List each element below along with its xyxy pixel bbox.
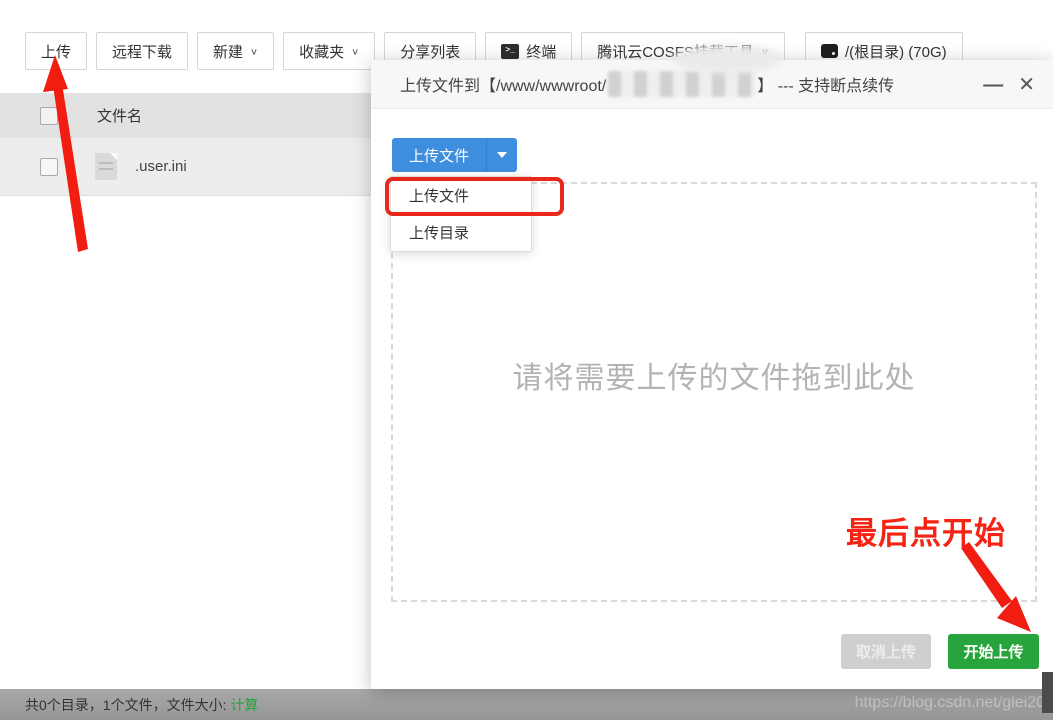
upload-dialog-title: 上传文件到【/www/wwwroot/ 】 --- 支持断点续传 — [400, 71, 894, 97]
upload-button[interactable]: 上传 — [25, 32, 87, 70]
censor-smudge — [672, 45, 782, 73]
row-checkbox[interactable] — [40, 158, 58, 176]
terminal-icon: >_ — [501, 44, 519, 59]
file-document-icon — [95, 153, 117, 180]
upload-type-menu: 上传文件 上传目录 — [390, 176, 532, 252]
new-button[interactable]: 新建 ∨ — [197, 32, 274, 70]
upload-file-split-button[interactable]: 上传文件 — [392, 138, 517, 172]
title-prefix: 上传文件到【/www/wwwroot/ — [400, 72, 606, 96]
minimize-icon[interactable]: — — [983, 75, 1001, 95]
window-controls: — ✕ — [983, 60, 1035, 109]
select-all-checkbox[interactable] — [40, 107, 58, 125]
chevron-down-icon: ∨ — [250, 46, 258, 56]
cancel-upload-button[interactable]: 取消上传 — [841, 634, 931, 669]
title-suffix: 】 --- 支持断点续传 — [757, 72, 894, 96]
watermark-url: https://blog.csdn.net/glei20 — [855, 694, 1045, 712]
remote-download-label: 远程下载 — [112, 41, 172, 62]
disk-icon — [821, 44, 838, 58]
file-name: .user.ini — [135, 158, 187, 175]
menu-item-upload-directory[interactable]: 上传目录 — [391, 214, 531, 251]
dropzone-hint: 请将需要上传的文件拖到此处 — [513, 353, 916, 397]
menu-item-upload-file[interactable]: 上传文件 — [391, 177, 531, 214]
upload-dialog: 上传文件到【/www/wwwroot/ 】 --- 支持断点续传 — ✕ 上传文… — [371, 60, 1053, 689]
upload-file-split-label[interactable]: 上传文件 — [392, 138, 487, 172]
status-summary: 共0个目录，1个文件，文件大小: 计算 — [25, 695, 258, 715]
status-bar: 共0个目录，1个文件，文件大小: 计算 https://blog.csdn.ne… — [0, 689, 1053, 720]
remote-download-button[interactable]: 远程下载 — [96, 32, 188, 70]
favorites-button[interactable]: 收藏夹 ∨ — [283, 32, 375, 70]
chevron-down-icon: ∨ — [351, 46, 359, 56]
root-directory-label: /(根目录) (70G) — [845, 41, 947, 62]
annotation-note: 最后点开始 — [846, 508, 1006, 553]
status-summary-text: 共0个目录，1个文件，文件大小: — [25, 697, 230, 713]
compute-size-link[interactable]: 计算 — [230, 697, 258, 713]
terminal-button-label: 终端 — [526, 41, 556, 62]
scrollbar-thumb[interactable] — [1042, 672, 1053, 713]
file-manager-page: 上传 远程下载 新建 ∨ 收藏夹 ∨ 分享列表 >_ 终端 腾讯云COSFS挂载… — [0, 0, 1053, 720]
new-button-label: 新建 — [213, 41, 243, 62]
censored-path-blur — [608, 71, 755, 97]
filename-column-header: 文件名 — [97, 105, 142, 126]
upload-button-label: 上传 — [41, 41, 71, 62]
favorites-button-label: 收藏夹 — [299, 41, 344, 62]
caret-down-icon — [497, 152, 507, 158]
share-list-label: 分享列表 — [400, 41, 460, 62]
start-upload-button[interactable]: 开始上传 — [948, 634, 1039, 669]
split-caret-section[interactable] — [487, 138, 517, 172]
close-icon[interactable]: ✕ — [1018, 75, 1035, 95]
